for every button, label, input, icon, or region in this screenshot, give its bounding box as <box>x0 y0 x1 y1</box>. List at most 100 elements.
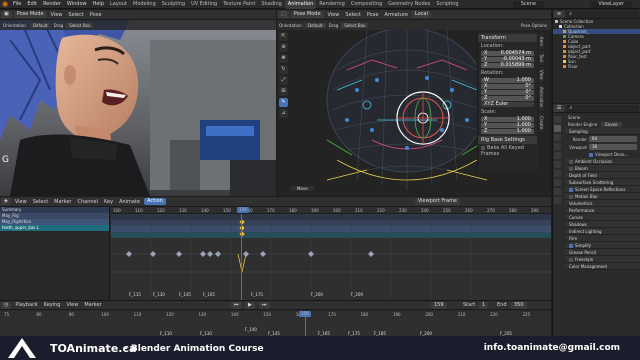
select-box-dropdown[interactable]: Select Box <box>341 22 369 28</box>
workspace-tab-geometry-nodes[interactable]: Geometry Nodes <box>385 0 433 9</box>
orientation-dropdown[interactable]: Default <box>304 22 326 28</box>
modifiers-tab-icon[interactable] <box>554 179 561 186</box>
menu-view[interactable]: View <box>325 10 343 20</box>
marker[interactable]: F_145 <box>179 292 191 297</box>
measure-tool-icon[interactable]: ⊿ <box>279 109 288 118</box>
jump-end-button[interactable]: ⏭ <box>259 301 270 309</box>
play-button[interactable]: ▶ <box>245 301 255 309</box>
panel-indirect-lighting[interactable]: Indirect Lighting <box>565 228 640 235</box>
menu-select[interactable]: Select <box>30 197 51 207</box>
rotate-tool-icon[interactable]: ↻ <box>279 65 288 74</box>
view-layer-selector[interactable]: ViewLayer <box>590 1 632 8</box>
properties-search-input[interactable]: ⌕ <box>566 104 639 112</box>
marker[interactable]: F_209 <box>351 292 363 297</box>
panel-film[interactable]: Film <box>565 235 640 242</box>
workspace-tab-uv-editing[interactable]: UV Editing <box>188 0 220 9</box>
viewport-denoise-checkbox[interactable]: Viewport Deno... <box>565 151 640 158</box>
marker[interactable]: F_140 <box>245 327 257 332</box>
outliner-search-input[interactable]: ⌕ <box>566 10 639 18</box>
editor-type-button[interactable]: ◷ <box>1 301 12 309</box>
editor-type-button[interactable]: ≡ <box>554 10 565 18</box>
tweak-tool-icon[interactable]: ⇱ <box>279 32 288 41</box>
menu-key[interactable]: Key <box>101 197 116 207</box>
dope-sheet-keyframe-area[interactable]: F_115 F_130 F_145 F_165 F_175 F_200 F_20… <box>111 214 551 300</box>
marker[interactable]: F_115 <box>129 292 141 297</box>
panel-depth-of-field[interactable]: Depth of Field <box>565 172 640 179</box>
workspace-tab-animation[interactable]: Animation <box>284 0 317 9</box>
data-tab-icon[interactable] <box>554 197 561 204</box>
menu-edit[interactable]: Edit <box>24 0 40 9</box>
world-tab-icon[interactable] <box>554 161 561 168</box>
scale-tool-icon[interactable]: ⤢ <box>279 76 288 85</box>
menu-marker[interactable]: Marker <box>51 197 74 207</box>
pose-mode-selector[interactable]: Pose Mode <box>290 11 324 18</box>
workspace-tab-rendering[interactable]: Rendering <box>316 0 348 9</box>
start-frame-field[interactable]: 1 <box>479 301 489 309</box>
workspace-tab-sculpting[interactable]: Sculpting <box>159 0 188 9</box>
menu-pose[interactable]: Pose <box>87 10 105 20</box>
orientation-dropdown[interactable]: Default <box>29 22 51 28</box>
menu-keying[interactable]: Keying <box>41 300 64 310</box>
jump-start-button[interactable]: ⏮ <box>231 301 242 309</box>
workspace-tab-compositing[interactable]: Compositing <box>348 0 385 9</box>
channel-bone[interactable]: teeth_upper_bas.L <box>0 225 109 231</box>
menu-select[interactable]: Select <box>342 10 363 20</box>
render-engine-dropdown[interactable]: Eevee <box>601 122 622 127</box>
editor-type-button[interactable]: ◈ <box>1 198 11 205</box>
marker[interactable]: F_175 <box>251 292 263 297</box>
rig-base-settings-header[interactable]: Rig Base Settings <box>478 136 537 144</box>
reference-video-view[interactable]: G <box>0 20 276 196</box>
mode-selector[interactable]: Pose Mode <box>13 11 47 18</box>
pivot-dropdown[interactable]: Local <box>411 11 431 18</box>
current-frame-field[interactable]: 159 <box>431 301 447 309</box>
panel-simplify[interactable]: Simplify <box>565 242 640 249</box>
editor-type-button[interactable]: ▣ <box>1 11 12 18</box>
timeline-playhead[interactable] <box>305 317 306 337</box>
menu-marker[interactable]: Marker <box>81 300 104 310</box>
end-frame-field[interactable]: 350 <box>511 301 527 309</box>
drag-dropdown[interactable]: Drag <box>326 23 342 28</box>
menu-file[interactable]: File <box>10 0 24 9</box>
sampling-panel-header[interactable]: Sampling <box>565 128 640 135</box>
rotation-mode-dropdown[interactable]: XYZ Euler <box>481 102 534 107</box>
constraints-tab-icon[interactable] <box>554 188 561 195</box>
scene-tab-icon[interactable] <box>554 152 561 159</box>
object-tab-icon[interactable] <box>554 170 561 177</box>
marker[interactable]: F_200 <box>311 292 323 297</box>
menu-channel[interactable]: Channel <box>74 197 101 207</box>
tab-item[interactable]: Item <box>539 34 544 50</box>
menu-playback[interactable]: Playback <box>12 300 40 310</box>
workspace-tab-layout[interactable]: Layout <box>107 0 130 9</box>
annotate-tool-icon[interactable]: ✎ <box>279 98 288 107</box>
render-tab-icon[interactable] <box>554 125 561 132</box>
3d-viewport[interactable]: Orientation: Default Drag Select Box Pos… <box>277 20 551 196</box>
editor-type-button[interactable]: ⬚ <box>278 11 289 18</box>
workspace-tab-scripting[interactable]: Scripting <box>433 0 461 9</box>
marker[interactable]: F_165 <box>203 292 215 297</box>
select-box-dropdown[interactable]: Select Box <box>66 22 94 28</box>
menu-render[interactable]: Render <box>40 0 64 9</box>
snap-dropdown[interactable]: Drag <box>51 23 67 28</box>
cursor-tool-icon[interactable]: ⊕ <box>279 43 288 52</box>
workspace-tab-modeling[interactable]: Modeling <box>130 0 159 9</box>
scale-z-field[interactable]: Z 1.000 <box>481 129 534 134</box>
panel-performance[interactable]: Performance <box>565 207 640 214</box>
menu-animate[interactable]: Animate <box>116 197 143 207</box>
panel-grease-pencil[interactable]: Grease Pencil <box>565 249 640 256</box>
dope-sheet-ruler[interactable]: 100 110 120 130 140 150 160 170 180 190 200 210 220 2… <box>111 207 551 214</box>
move-tool-icon[interactable]: ✥ <box>279 54 288 63</box>
last-operator-panel[interactable]: Move <box>291 186 314 191</box>
action-selector[interactable]: Viewport Frame <box>414 198 460 205</box>
panel-bloom[interactable]: Bloom <box>565 165 640 172</box>
tool-tab-icon[interactable] <box>554 116 561 123</box>
menu-view[interactable]: View <box>12 197 30 207</box>
menu-pose[interactable]: Pose <box>364 10 382 20</box>
menu-select[interactable]: Select <box>65 10 86 20</box>
transform-panel-header[interactable]: Transform <box>478 34 537 42</box>
panel-motion-blur[interactable]: Motion Blur <box>565 193 640 200</box>
location-z-field[interactable]: Z 0.015899 m <box>481 63 534 68</box>
panel-freestyle[interactable]: Freestyle <box>565 256 640 263</box>
outliner-item[interactable]: Floor <box>553 64 640 69</box>
panel-color-management[interactable]: Color Management <box>565 263 640 270</box>
transform-tool-icon[interactable]: ⊞ <box>279 87 288 96</box>
